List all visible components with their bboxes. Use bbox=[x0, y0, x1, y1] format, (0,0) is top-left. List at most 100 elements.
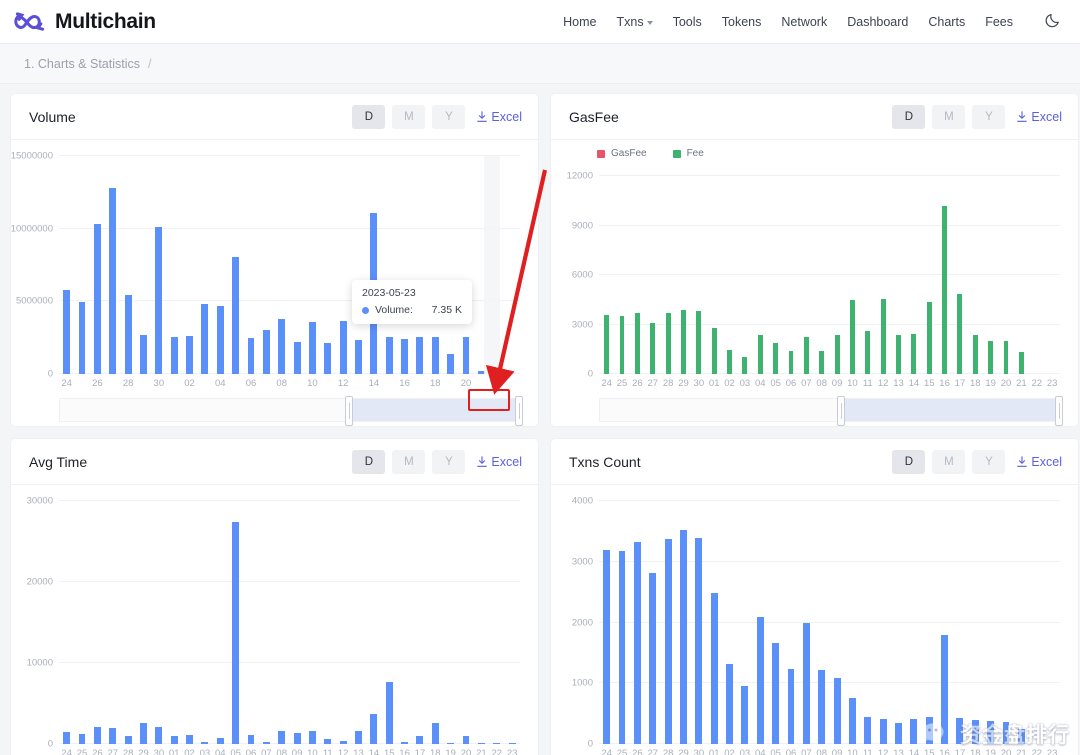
bar-slot[interactable] bbox=[105, 501, 120, 744]
datazoom-handle-left[interactable] bbox=[345, 396, 354, 426]
bar[interactable] bbox=[186, 735, 193, 744]
bar-slot[interactable] bbox=[320, 156, 335, 374]
bar-slot[interactable] bbox=[630, 501, 645, 744]
bar[interactable] bbox=[848, 698, 856, 744]
bar[interactable] bbox=[849, 300, 855, 374]
bar[interactable] bbox=[155, 726, 163, 744]
bar[interactable] bbox=[911, 334, 917, 374]
bar-slot[interactable] bbox=[922, 501, 937, 744]
bar-slot[interactable] bbox=[753, 176, 768, 374]
bar-slot[interactable] bbox=[59, 156, 74, 374]
bar-slot[interactable] bbox=[799, 176, 814, 374]
bar-slot[interactable] bbox=[783, 176, 798, 374]
range-button-d[interactable]: D bbox=[892, 104, 926, 129]
bar-slot[interactable] bbox=[768, 176, 783, 374]
bar-slot[interactable] bbox=[799, 501, 814, 744]
bar[interactable] bbox=[942, 205, 948, 374]
bar-slot[interactable] bbox=[243, 501, 258, 744]
bar[interactable] bbox=[634, 312, 640, 374]
bar[interactable] bbox=[895, 722, 902, 744]
bar[interactable] bbox=[124, 736, 132, 744]
bar-slot[interactable] bbox=[105, 156, 120, 374]
bar-slot[interactable] bbox=[630, 176, 645, 374]
bar-slot[interactable] bbox=[259, 156, 274, 374]
bar[interactable] bbox=[431, 722, 439, 744]
datazoom-handle-left[interactable] bbox=[836, 396, 845, 426]
bar-slot[interactable] bbox=[968, 176, 983, 374]
bar[interactable] bbox=[633, 542, 641, 744]
bar-slot[interactable] bbox=[120, 156, 135, 374]
bar[interactable] bbox=[788, 350, 794, 374]
range-button-d[interactable]: D bbox=[352, 449, 386, 474]
bar-slot[interactable] bbox=[320, 501, 335, 744]
bar[interactable] bbox=[988, 341, 994, 374]
bar[interactable] bbox=[833, 678, 841, 744]
bar[interactable] bbox=[493, 743, 501, 744]
bar[interactable] bbox=[78, 302, 86, 374]
bar[interactable] bbox=[819, 351, 825, 374]
bar[interactable] bbox=[416, 336, 424, 374]
bar-slot[interactable] bbox=[875, 501, 890, 744]
bar-slot[interactable] bbox=[660, 176, 675, 374]
bar-slot[interactable] bbox=[397, 501, 412, 744]
bar[interactable] bbox=[773, 342, 779, 374]
range-button-d[interactable]: D bbox=[892, 449, 926, 474]
bar-slot[interactable] bbox=[305, 501, 320, 744]
bar-slot[interactable] bbox=[1029, 501, 1044, 744]
bar-slot[interactable] bbox=[983, 176, 998, 374]
bar-slot[interactable] bbox=[213, 501, 228, 744]
bar-slot[interactable] bbox=[197, 501, 212, 744]
bar[interactable] bbox=[201, 742, 209, 744]
bar[interactable] bbox=[726, 663, 733, 744]
nav-link-fees[interactable]: Fees bbox=[985, 15, 1013, 29]
bar-slot[interactable] bbox=[351, 501, 366, 744]
bar-slot[interactable] bbox=[829, 501, 844, 744]
bar-slot[interactable] bbox=[737, 501, 752, 744]
range-button-m[interactable]: M bbox=[932, 449, 966, 474]
bar-slot[interactable] bbox=[428, 156, 443, 374]
bar[interactable] bbox=[880, 298, 886, 374]
bar[interactable] bbox=[757, 334, 763, 374]
moon-icon[interactable] bbox=[1045, 11, 1062, 33]
bar-slot[interactable] bbox=[167, 501, 182, 744]
bar-slot[interactable] bbox=[676, 501, 691, 744]
bar-slot[interactable] bbox=[768, 501, 783, 744]
bar-slot[interactable] bbox=[259, 501, 274, 744]
bar[interactable] bbox=[293, 342, 301, 374]
bar[interactable] bbox=[772, 643, 780, 744]
bar-slot[interactable] bbox=[412, 501, 427, 744]
range-button-m[interactable]: M bbox=[932, 104, 966, 129]
excel-export-button[interactable]: Excel bbox=[476, 110, 522, 124]
bar-slot[interactable] bbox=[1014, 176, 1029, 374]
bar-slot[interactable] bbox=[474, 501, 489, 744]
bar[interactable] bbox=[711, 328, 717, 374]
nav-link-home[interactable]: Home bbox=[563, 15, 596, 29]
brand-logo[interactable]: Multichain bbox=[12, 9, 156, 35]
bar[interactable] bbox=[385, 336, 393, 374]
bar[interactable] bbox=[756, 617, 764, 744]
bar[interactable] bbox=[447, 353, 455, 374]
bar-slot[interactable] bbox=[428, 501, 443, 744]
bar-slot[interactable] bbox=[829, 176, 844, 374]
bar[interactable] bbox=[462, 735, 470, 744]
bar[interactable] bbox=[385, 681, 393, 744]
bar-slot[interactable] bbox=[707, 501, 722, 744]
bar[interactable] bbox=[865, 331, 871, 374]
bar-slot[interactable] bbox=[952, 176, 967, 374]
bar[interactable] bbox=[603, 549, 611, 744]
bar[interactable] bbox=[355, 731, 362, 744]
bar-slot[interactable] bbox=[814, 176, 829, 374]
bar-slot[interactable] bbox=[937, 501, 952, 744]
bar-slot[interactable] bbox=[645, 501, 660, 744]
bar[interactable] bbox=[140, 334, 147, 374]
bar-slot[interactable] bbox=[660, 501, 675, 744]
bar-slot[interactable] bbox=[90, 501, 105, 744]
bar[interactable] bbox=[926, 302, 932, 374]
bar-slot[interactable] bbox=[845, 176, 860, 374]
bar-slot[interactable] bbox=[274, 156, 289, 374]
bar[interactable] bbox=[665, 312, 671, 374]
bar[interactable] bbox=[140, 722, 147, 744]
bar[interactable] bbox=[63, 732, 71, 744]
range-button-y[interactable]: Y bbox=[432, 104, 466, 129]
bar-slot[interactable] bbox=[691, 501, 706, 744]
